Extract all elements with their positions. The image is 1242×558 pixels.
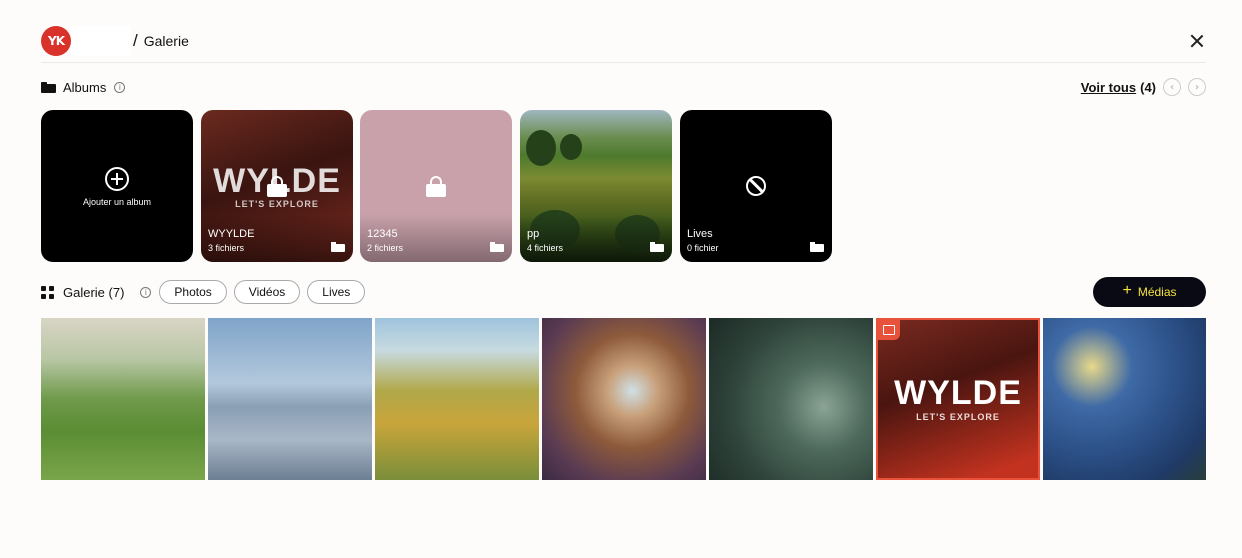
lock-icon	[267, 176, 287, 197]
chevron-left-icon[interactable]: ‹	[1163, 78, 1181, 96]
gallery-title: Galerie (7)	[63, 284, 125, 300]
breadcrumb-separator: /	[133, 31, 138, 50]
landscape-tree	[560, 134, 582, 160]
album-file-count: 0 fichier	[687, 243, 719, 253]
album-file-count: 3 fichiers	[208, 243, 245, 253]
info-icon[interactable]: i	[140, 286, 152, 298]
brand-logo[interactable]: YK	[41, 26, 71, 56]
add-media-label: Médias	[1137, 285, 1177, 299]
folder-icon	[650, 242, 664, 252]
album-file-count: 4 fichiers	[527, 243, 564, 253]
filter-lives[interactable]: Lives	[307, 280, 366, 304]
ban-icon	[746, 176, 766, 196]
gallery-thumbnail-selected[interactable]: WYLDE LET'S EXPLORE	[876, 318, 1040, 480]
filter-videos[interactable]: Vidéos	[233, 280, 301, 304]
see-all: Voir tous (4) ‹ ›	[1081, 78, 1206, 96]
album-file-count: 2 fichiers	[367, 243, 404, 253]
landscape-tree	[526, 130, 556, 166]
albums-section-header: Albums i Voir tous (4) ‹ ›	[41, 77, 1206, 97]
breadcrumb-current: Galerie	[143, 33, 189, 49]
gallery-section-header: Galerie (7) i Photos Vidéos Lives + Médi…	[41, 277, 1206, 307]
thumbnail-cover-tagline: LET'S EXPLORE	[916, 412, 1000, 422]
see-all-link[interactable]: Voir tous	[1081, 80, 1136, 95]
folder-icon	[490, 242, 504, 252]
folder-icon	[331, 242, 345, 252]
plus-icon: +	[1122, 282, 1132, 299]
folder-icon	[810, 242, 824, 252]
gallery-thumbnail[interactable]	[709, 318, 873, 480]
album-name: Lives	[687, 228, 713, 240]
add-media-button[interactable]: + Médias	[1093, 277, 1206, 307]
filter-photos[interactable]: Photos	[159, 280, 227, 304]
close-icon[interactable]	[1188, 32, 1206, 50]
gallery-thumbnail[interactable]	[41, 318, 205, 480]
gallery-thumbnail[interactable]	[375, 318, 539, 480]
album-name: 12345	[367, 228, 398, 240]
lock-icon	[426, 176, 446, 197]
add-album-button[interactable]: Ajouter un album	[41, 110, 193, 262]
folder-icon	[41, 81, 56, 93]
header-divider	[41, 62, 1206, 63]
album-card-lives[interactable]: Lives 0 fichier	[680, 110, 832, 262]
album-card-wyylde[interactable]: WYLDE LET'S EXPLORE WYYLDE 3 fichiers	[201, 110, 353, 262]
plus-circle-icon	[105, 167, 129, 191]
gallery-thumbnail[interactable]	[542, 318, 706, 480]
grid-icon	[41, 285, 54, 299]
chevron-right-icon[interactable]: ›	[1188, 78, 1206, 96]
image-icon	[878, 320, 900, 340]
album-name: WYYLDE	[208, 228, 255, 240]
gallery-thumbnail[interactable]	[208, 318, 372, 480]
add-album-label: Ajouter un album	[82, 197, 152, 207]
albums-title: Albums	[63, 79, 107, 95]
page-header: YK / Galerie	[41, 26, 1206, 56]
thumbnail-cover-text: WYLDE	[894, 374, 1022, 412]
album-name: pp	[527, 228, 540, 240]
gallery-thumbnail[interactable]	[1043, 318, 1206, 480]
see-all-count: (4)	[1140, 79, 1156, 95]
album-card-12345[interactable]: 12345 2 fichiers	[360, 110, 512, 262]
info-icon[interactable]: i	[114, 81, 126, 93]
logo-placeholder	[71, 26, 131, 56]
album-cover-tagline: LET'S EXPLORE	[235, 199, 319, 209]
album-card-pp[interactable]: pp 4 fichiers	[520, 110, 672, 262]
